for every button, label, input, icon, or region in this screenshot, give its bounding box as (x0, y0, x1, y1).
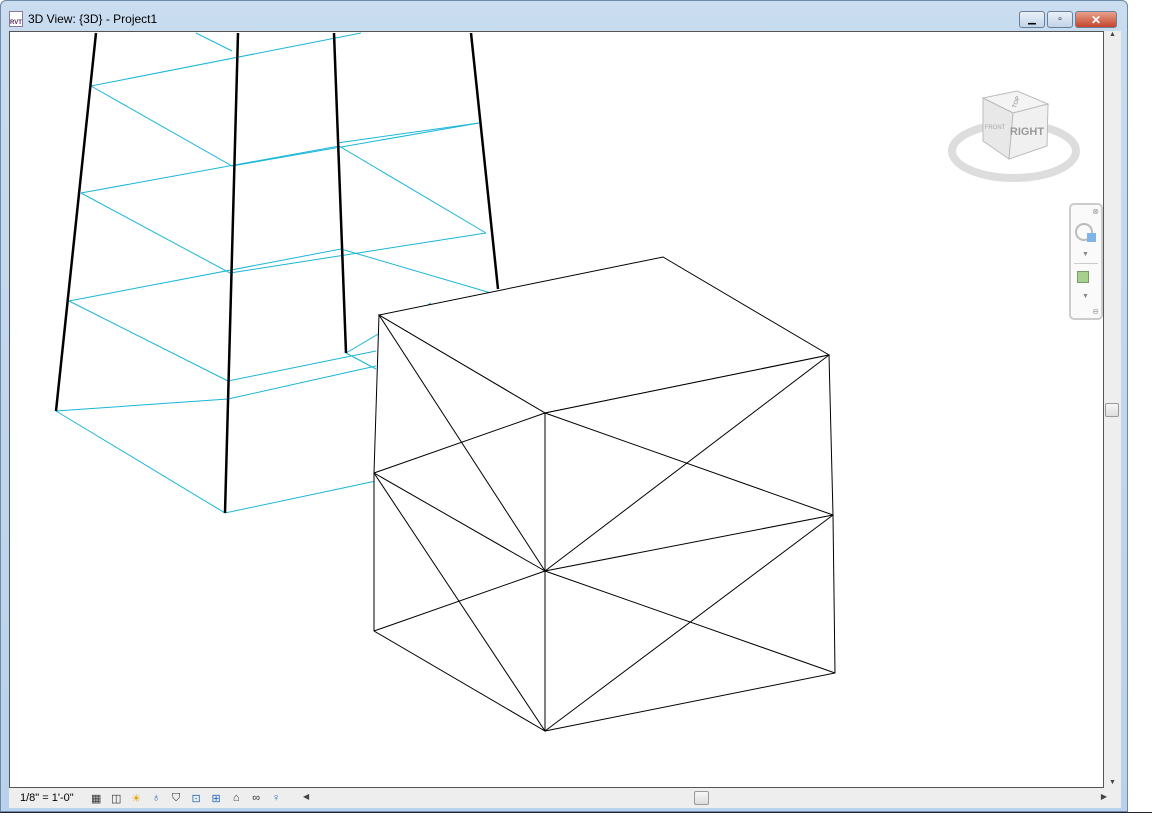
revit-file-icon: RVT (9, 11, 23, 27)
visual-style-icon[interactable]: ◫ (108, 791, 125, 805)
lightbulb-icon[interactable]: ♀ (268, 791, 285, 805)
reveal-hidden-icon[interactable]: ∞ (248, 791, 265, 805)
cube-icon (1087, 233, 1096, 242)
viewcube[interactable]: TOP RIGHT FRONT (948, 90, 1080, 182)
model-drawing: TOP RIGHT FRONT (54, 32, 1080, 732)
navbar-divider (1074, 263, 1098, 264)
wheel-dropdown-icon[interactable]: ▼ (1082, 251, 1089, 258)
maximize-button[interactable]: ▫ (1047, 11, 1073, 28)
hide-crop-region-icon[interactable]: ⊡ (188, 791, 205, 805)
box-geometry (373, 256, 836, 732)
unlock-3d-view-icon[interactable]: ⊞ (208, 791, 225, 805)
scroll-right-icon[interactable]: ▶ (1101, 792, 1107, 801)
scroll-left-icon[interactable]: ◀ (303, 792, 309, 801)
vertical-scroll-thumb[interactable] (1105, 403, 1119, 417)
temporary-hide-icon[interactable]: ⌂ (228, 791, 245, 805)
close-button[interactable]: ✕ (1075, 11, 1117, 28)
vertical-scrollbar[interactable]: ▲ ▼ (1104, 31, 1121, 788)
horizontal-scrollbar[interactable]: ◀ ▶ (299, 790, 1109, 806)
close-navbar-icon[interactable]: ⊗ (1092, 207, 1099, 216)
zoom-dropdown-icon[interactable]: ▼ (1082, 293, 1089, 300)
scroll-down-icon[interactable]: ▼ (1104, 779, 1121, 786)
window-title: 3D View: {3D} - Project1 (28, 12, 158, 26)
navbar-options-icon[interactable]: ⊖ (1092, 307, 1099, 316)
zoom-region-icon[interactable] (1077, 271, 1089, 283)
3d-view-canvas[interactable]: TOP RIGHT FRONT (9, 31, 1104, 788)
scroll-up-icon[interactable]: ▲ (1104, 31, 1121, 38)
navigation-bar: ⊗ ▼ ▼ ⊖ (1069, 203, 1103, 320)
shadows-off-icon[interactable]: ♁ (148, 791, 165, 805)
viewcube-right-label[interactable]: RIGHT (1010, 126, 1045, 138)
viewcube-front-label[interactable]: FRONT (985, 125, 1006, 131)
view-scale[interactable]: 1/8" = 1'-0" (20, 792, 74, 804)
crop-view-icon[interactable]: ⛉ (168, 791, 185, 805)
title-bar: RVT 3D View: {3D} - Project1 (9, 9, 157, 29)
sun-path-off-icon[interactable]: ☀ (128, 791, 145, 805)
view-control-bar: 1/8" = 1'-0" ▦ ◫ ☀ ♁ ⛉ ⊡ ⊞ ⌂ ∞ ♀ ◀ ▶ (9, 788, 1121, 808)
minimize-button[interactable]: ▁ (1019, 11, 1045, 28)
horizontal-scroll-thumb[interactable] (694, 791, 709, 805)
detail-level-icon[interactable]: ▦ (88, 791, 105, 805)
